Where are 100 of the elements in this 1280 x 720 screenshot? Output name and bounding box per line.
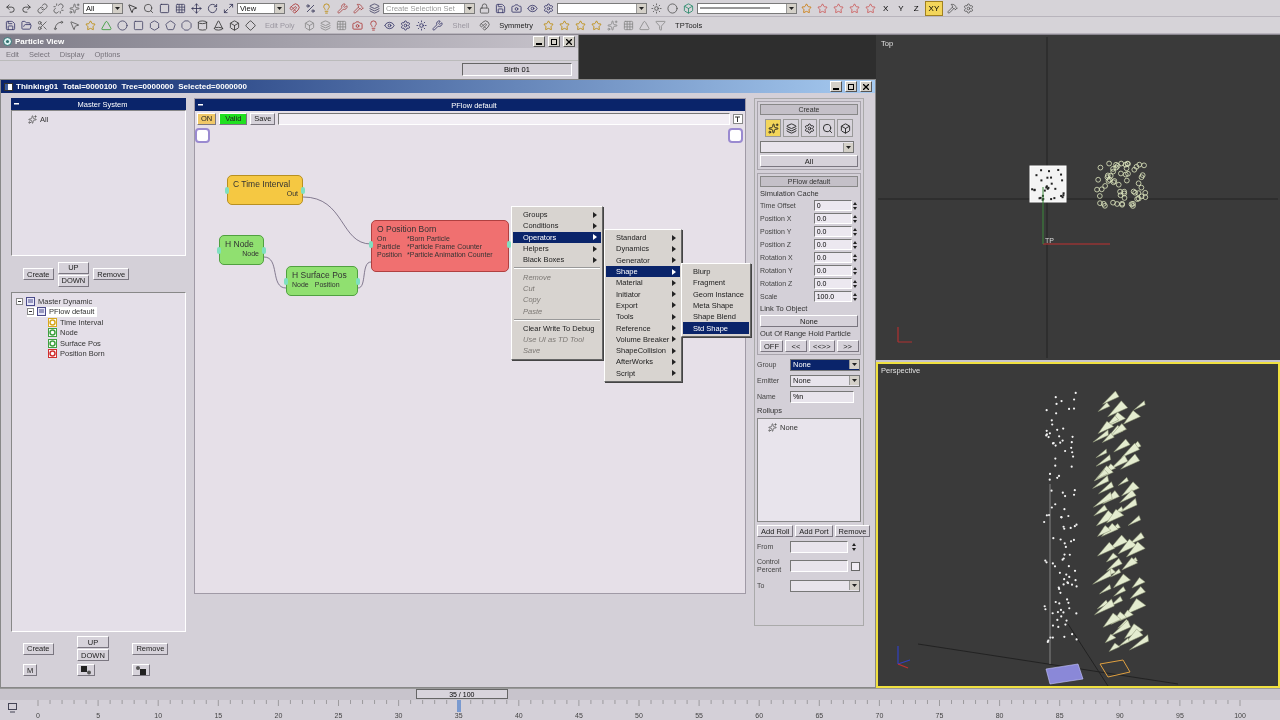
minimize-button[interactable] <box>830 81 842 92</box>
wrench-icon[interactable] <box>335 1 349 15</box>
dropdown-arrow-icon <box>464 3 474 13</box>
spinner-icon[interactable] <box>851 541 857 552</box>
layers-icon[interactable] <box>783 119 799 137</box>
checkbox[interactable] <box>851 561 860 571</box>
star-icon[interactable] <box>573 18 588 32</box>
circle-icon[interactable] <box>665 1 679 15</box>
connector-wire <box>357 261 372 289</box>
axis-constraint-button[interactable]: XY <box>924 0 944 16</box>
sun-icon[interactable] <box>649 1 663 15</box>
axis-constraint-button[interactable]: Y <box>894 0 908 16</box>
input-port-icon[interactable] <box>195 128 210 143</box>
floppy-icon <box>81 665 92 675</box>
star-icon[interactable] <box>83 18 97 32</box>
maximize-button[interactable] <box>548 36 560 47</box>
particles-icon <box>28 115 37 124</box>
close-button[interactable] <box>860 81 872 92</box>
from-field[interactable] <box>790 540 848 553</box>
load-preset-button[interactable] <box>132 664 151 676</box>
magnet-icon[interactable] <box>287 1 301 15</box>
dropdown[interactable] <box>557 2 647 14</box>
cube-icon[interactable] <box>837 119 853 137</box>
star-icon[interactable] <box>831 1 845 15</box>
hexagon-icon[interactable] <box>147 18 161 32</box>
pentagon-icon[interactable] <box>163 18 177 32</box>
axis-constraint-button[interactable]: Z <box>909 0 923 16</box>
gear-icon[interactable] <box>541 1 555 15</box>
particles-icon[interactable] <box>765 119 781 137</box>
folder-icon[interactable] <box>19 18 33 32</box>
document-icon <box>26 296 35 306</box>
hammer-icon[interactable] <box>351 1 365 15</box>
link-icon[interactable] <box>35 1 49 15</box>
search-icon[interactable] <box>819 119 835 137</box>
star-icon[interactable] <box>815 1 829 15</box>
maximize-button[interactable] <box>845 81 857 92</box>
cylinder-icon[interactable] <box>195 18 209 32</box>
cube-icon[interactable] <box>227 18 241 32</box>
sparkle-icon[interactable] <box>67 1 81 15</box>
close-button[interactable] <box>563 36 575 47</box>
square-icon[interactable] <box>157 1 171 15</box>
text-field[interactable] <box>278 112 730 125</box>
maximize-icon <box>551 38 557 45</box>
search-icon[interactable] <box>141 1 155 15</box>
to-dropdown[interactable] <box>790 579 860 592</box>
app-icon <box>3 37 12 46</box>
redo-icon[interactable] <box>19 1 33 15</box>
wrench-icon[interactable] <box>430 18 445 32</box>
save-icon[interactable] <box>3 18 17 32</box>
percent-icon[interactable] <box>303 1 317 15</box>
rotate-icon[interactable] <box>205 1 219 15</box>
scale-icon[interactable] <box>221 1 235 15</box>
key-mode-icon[interactable] <box>8 703 18 713</box>
star-icon[interactable] <box>589 18 604 32</box>
dropdown-arrow-icon <box>274 3 284 13</box>
undo-icon[interactable] <box>3 1 17 15</box>
pointer-icon[interactable] <box>125 1 139 15</box>
connector-wire <box>263 256 287 289</box>
line-style-dropdown[interactable] <box>697 2 797 14</box>
dropdown-arrow-icon <box>849 360 859 369</box>
gear-icon[interactable] <box>398 18 413 32</box>
spline-icon[interactable] <box>51 18 65 32</box>
diamond-icon[interactable] <box>243 18 257 32</box>
dropdown-arrow-icon <box>843 142 853 152</box>
sun-icon[interactable] <box>414 18 429 32</box>
camera-icon[interactable] <box>509 1 523 15</box>
axis-constraint-button[interactable]: X <box>879 0 893 16</box>
lock-icon[interactable] <box>477 1 491 15</box>
move-icon[interactable] <box>189 1 203 15</box>
dropdown[interactable] <box>760 141 854 153</box>
save-icon[interactable] <box>493 1 507 15</box>
connector-wire <box>302 196 372 245</box>
gear-icon[interactable] <box>961 1 976 15</box>
circle-icon[interactable] <box>115 18 129 32</box>
hammer-icon[interactable] <box>945 1 960 15</box>
star-icon[interactable] <box>847 1 861 15</box>
square-icon[interactable] <box>131 18 145 32</box>
pointer-icon[interactable] <box>67 18 81 32</box>
star-icon[interactable] <box>557 18 572 32</box>
camera-icon[interactable] <box>350 18 365 32</box>
save-preset-button[interactable] <box>77 664 96 676</box>
dropdown-arrow-icon <box>849 376 859 385</box>
collapse-icon[interactable] <box>27 308 34 316</box>
maximize-icon <box>848 83 854 90</box>
window-icon <box>4 82 13 91</box>
star-icon[interactable] <box>541 18 556 32</box>
magnet-icon[interactable] <box>477 18 492 32</box>
unlink-icon[interactable] <box>51 1 65 15</box>
layers-icon[interactable] <box>367 1 381 15</box>
grid-icon[interactable] <box>173 1 187 15</box>
cone-icon[interactable] <box>211 18 225 32</box>
close-icon <box>566 38 572 45</box>
collapse-icon[interactable] <box>16 297 23 305</box>
star-icon[interactable] <box>799 1 813 15</box>
minimize-button[interactable] <box>533 36 545 47</box>
dropdown-arrow-icon <box>786 3 796 13</box>
scissors-icon[interactable] <box>35 18 49 32</box>
control-field[interactable] <box>790 560 848 572</box>
gear-icon[interactable] <box>801 119 817 137</box>
star-icon[interactable] <box>863 1 877 15</box>
